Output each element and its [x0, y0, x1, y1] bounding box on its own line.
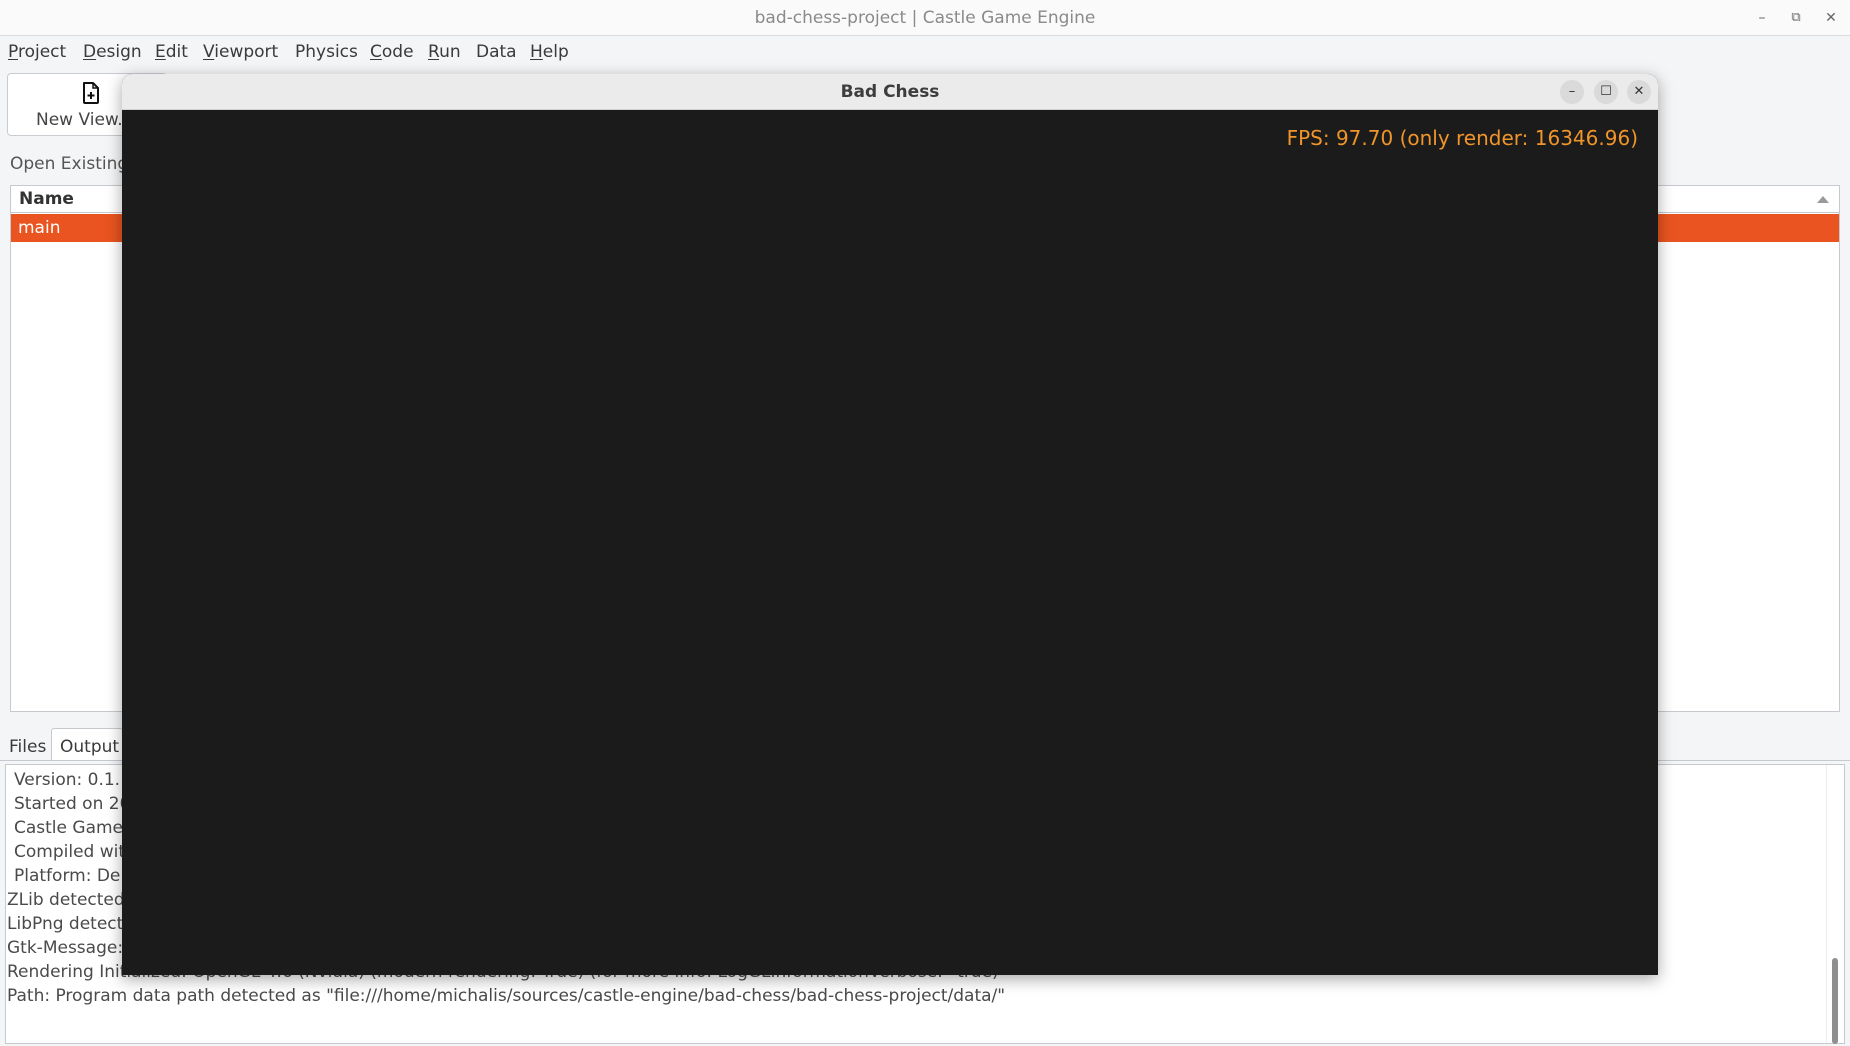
log-line: Compiled wit — [14, 842, 126, 862]
menu-code[interactable]: Code — [370, 42, 414, 62]
fps-counter: FPS: 97.70 (only render: 16346.96) — [1286, 126, 1638, 150]
scrollbar-thumb[interactable] — [1832, 958, 1838, 1044]
view-name: main — [18, 218, 61, 238]
new-view-label: New View... — [36, 110, 134, 130]
menu-mnemonic: E — [155, 42, 166, 62]
menu-label: elp — [542, 42, 569, 62]
main-window-title: bad-chess-project | Castle Game Engine — [754, 8, 1096, 28]
menu-help[interactable]: Help — [530, 42, 569, 62]
menu-mnemonic: D — [83, 42, 97, 62]
game-maximize-icon[interactable]: ☐ — [1594, 80, 1618, 104]
log-line: Platform: De — [14, 866, 121, 886]
menu-label: Data — [476, 42, 517, 62]
menu-project[interactable]: Project — [8, 42, 66, 62]
column-header-label: Name — [19, 189, 74, 209]
menu-label: dit — [165, 42, 188, 62]
log-line: ZLib detected — [7, 890, 125, 910]
tab-output[interactable]: Output — [51, 728, 123, 762]
menu-edit[interactable]: Edit — [155, 42, 188, 62]
menu-run[interactable]: Run — [428, 42, 461, 62]
main-window-titlebar[interactable]: bad-chess-project | Castle Game Engine –… — [0, 0, 1850, 36]
menu-mnemonic: C — [370, 42, 382, 62]
close-icon[interactable]: ✕ — [1821, 8, 1841, 28]
log-line: Started on 20 — [14, 794, 131, 814]
menu-mnemonic: V — [203, 42, 215, 62]
menu-label: roject — [17, 42, 67, 62]
menu-label: Physics — [295, 42, 358, 62]
menu-mnemonic: R — [428, 42, 440, 62]
game-window[interactable]: Bad Chess – ☐ ✕ FPS: 97.70 (only render:… — [122, 74, 1658, 975]
menu-label: esign — [96, 42, 142, 62]
menu-physics[interactable]: Physics — [295, 42, 358, 62]
menu-viewport[interactable]: Viewport — [203, 42, 278, 62]
menu-mnemonic: H — [530, 42, 543, 62]
menu-label: ode — [381, 42, 414, 62]
tab-files[interactable]: Files — [9, 737, 46, 757]
menu-design[interactable]: Design — [83, 42, 142, 62]
menu-mnemonic: P — [8, 42, 18, 62]
log-line: Version: 0.1. — [14, 770, 121, 790]
menu-data[interactable]: Data — [476, 42, 517, 62]
maximize-icon[interactable]: ⧉ — [1786, 8, 1806, 28]
sort-ascending-icon — [1817, 196, 1829, 203]
menu-label: un — [439, 42, 461, 62]
game-minimize-icon[interactable]: – — [1560, 80, 1584, 104]
menu-bar: Project Design Edit Viewport Physics Cod… — [0, 36, 1850, 68]
game-window-titlebar[interactable]: Bad Chess – ☐ ✕ — [122, 74, 1658, 110]
log-line: Castle Game — [14, 818, 124, 838]
file-plus-icon — [83, 82, 99, 104]
menu-label: iewport — [214, 42, 279, 62]
game-close-icon[interactable]: ✕ — [1627, 80, 1651, 104]
log-line: LibPng detect — [7, 914, 124, 934]
game-window-title: Bad Chess — [840, 82, 940, 102]
minimize-icon[interactable]: – — [1752, 8, 1772, 28]
log-line: Path: Program data path detected as "fil… — [7, 986, 1006, 1006]
